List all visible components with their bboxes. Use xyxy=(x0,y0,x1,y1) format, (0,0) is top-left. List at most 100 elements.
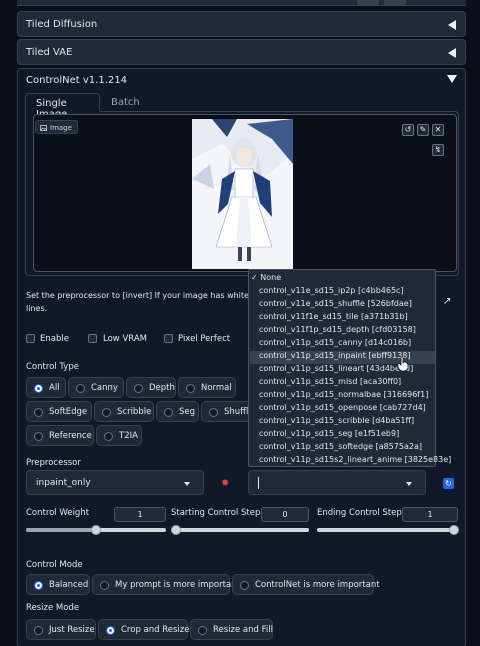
starting-step-thumb[interactable] xyxy=(171,525,181,535)
control-type-softedge[interactable]: SoftEdge xyxy=(26,401,92,422)
control-type-shuffle[interactable]: Shuffle xyxy=(201,401,254,422)
radio-icon xyxy=(34,581,43,590)
model-option-hovered[interactable]: control_v11p_sd15_inpaint [ebff9138] xyxy=(259,351,411,360)
tab-single-image[interactable]: Single Image xyxy=(25,93,100,120)
tab-batch[interactable]: Batch xyxy=(104,93,149,112)
transfer-icon: ↯ xyxy=(434,145,442,154)
radio-icon xyxy=(102,408,111,417)
radio-icon xyxy=(106,626,115,635)
expand-arrow-icon xyxy=(447,75,457,83)
hand-pointer-icon xyxy=(397,356,409,372)
swap-icon[interactable]: ↗ xyxy=(443,296,451,307)
undo-button[interactable]: ↺ xyxy=(402,124,414,136)
control-type-normal[interactable]: Normal xyxy=(178,377,236,398)
option-label: Depth xyxy=(149,383,175,393)
low-vram-checkbox[interactable] xyxy=(88,334,97,343)
top-button-1[interactable] xyxy=(357,0,379,6)
radio-icon xyxy=(34,432,43,441)
control-type-reference[interactable]: Reference xyxy=(26,425,94,446)
option-label: Canny xyxy=(91,383,118,393)
enable-label: Enable xyxy=(40,334,69,344)
model-option[interactable]: control_v11p_sd15s2_lineart_anime [3825e… xyxy=(259,455,451,464)
ending-step-slider[interactable] xyxy=(317,528,458,532)
ending-step-thumb[interactable] xyxy=(449,525,459,535)
preprocessor-value: inpaint_only xyxy=(36,478,91,488)
model-option[interactable]: control_v11e_sd15_ip2p [c4bb465c] xyxy=(259,286,404,295)
control-weight-input[interactable]: 1 xyxy=(114,507,166,522)
control-weight-thumb[interactable] xyxy=(91,525,101,535)
option-label: Crop and Resize xyxy=(121,625,190,635)
anime-character-illustration xyxy=(192,119,293,261)
control-type-all[interactable]: All xyxy=(26,377,66,398)
model-option[interactable]: control_v11p_sd15_seg [e1f51eb9] xyxy=(259,429,399,438)
explosion-icon[interactable]: ✸ xyxy=(221,478,229,489)
text-cursor xyxy=(258,477,259,489)
ending-step-input[interactable]: 1 xyxy=(402,507,458,522)
accordion-controlnet[interactable]: ControlNet v1.1.214 xyxy=(18,69,465,93)
edit-icon: ✎ xyxy=(419,125,427,134)
model-option[interactable]: control_v11p_sd15_lineart [43d4be0d] xyxy=(259,364,413,373)
resize-mode-just-resize[interactable]: Just Resize xyxy=(26,619,96,640)
control-type-depth[interactable]: Depth xyxy=(126,377,176,398)
accordion-title: ControlNet v1.1.214 xyxy=(26,75,127,86)
close-button[interactable]: ✕ xyxy=(432,124,444,136)
pixel-perfect-checkbox[interactable] xyxy=(164,334,173,343)
option-label: Balanced xyxy=(49,580,89,590)
model-option[interactable]: control_v11p_sd15_softedge [a8575a2a] xyxy=(259,442,422,451)
option-label: All xyxy=(49,383,60,393)
radio-icon xyxy=(34,384,43,393)
control-mode-prompt[interactable]: My prompt is more important xyxy=(92,574,240,595)
control-type-canny[interactable]: Canny xyxy=(68,377,124,398)
model-option[interactable]: control_v11p_sd15_mlsd [aca30ff0] xyxy=(259,377,401,386)
enable-checkbox[interactable] xyxy=(26,334,35,343)
accordion-title: Tiled VAE xyxy=(26,47,73,58)
control-type-seg[interactable]: Seg xyxy=(156,401,199,422)
accordion-title: Tiled Diffusion xyxy=(26,19,98,30)
model-option[interactable]: control_v11p_sd15_openpose [cab727d4] xyxy=(259,403,426,412)
option-label: Resize and Fill xyxy=(213,625,273,635)
collapse-arrow-icon xyxy=(448,20,456,30)
image-icon xyxy=(40,124,47,131)
ending-step-label: Ending Control Step xyxy=(317,508,402,518)
starting-step-slider[interactable] xyxy=(171,528,309,532)
control-mode-balanced[interactable]: Balanced xyxy=(26,574,90,595)
radio-icon xyxy=(100,581,109,590)
refresh-button[interactable]: ↻ xyxy=(443,478,454,489)
preprocessor-select[interactable]: inpaint_only xyxy=(26,470,204,495)
option-label: ControlNet is more important xyxy=(255,580,380,590)
model-option[interactable]: control_v11p_sd15_canny [d14c016b] xyxy=(259,338,411,347)
radio-icon xyxy=(134,384,143,393)
model-option[interactable]: control_v11p_sd15_normalbae [316696f1] xyxy=(259,390,428,399)
radio-icon xyxy=(209,408,218,417)
radio-icon xyxy=(34,408,43,417)
transfer-button[interactable]: ↯ xyxy=(432,144,444,156)
control-type-t2ia[interactable]: T2IA xyxy=(96,425,142,446)
control-weight-fill xyxy=(26,528,96,532)
model-select[interactable] xyxy=(248,470,426,495)
option-label: My prompt is more important xyxy=(115,580,240,590)
option-label: Just Resize xyxy=(49,625,95,635)
control-type-label: Control Type xyxy=(26,362,79,372)
close-icon: ✕ xyxy=(434,125,442,134)
chevron-down-icon xyxy=(406,482,412,486)
model-option[interactable]: control_v11p_sd15_scribble [d4ba51ff] xyxy=(259,416,414,425)
option-label: T2IA xyxy=(119,431,138,441)
accordion-tiled-vae[interactable]: Tiled VAE xyxy=(17,39,466,65)
radio-icon xyxy=(186,384,195,393)
model-option-none[interactable]: ✓ None xyxy=(251,273,281,282)
resize-mode-crop[interactable]: Crop and Resize xyxy=(98,619,190,640)
resize-mode-fill[interactable]: Resize and Fill xyxy=(190,619,273,640)
uploaded-image xyxy=(192,119,293,269)
model-option[interactable]: control_v11e_sd15_shuffle [526bfdae] xyxy=(259,299,412,308)
model-option[interactable]: control_v11f1p_sd15_depth [cfd03158] xyxy=(259,325,416,334)
radio-icon xyxy=(164,408,173,417)
model-option[interactable]: control_v11f1e_sd15_tile [a371b31b] xyxy=(259,312,408,321)
control-type-scribble[interactable]: Scribble xyxy=(94,401,154,422)
starting-step-input[interactable]: 0 xyxy=(261,507,309,522)
info-text-tail: lines. xyxy=(26,304,48,313)
accordion-tiled-diffusion[interactable]: Tiled Diffusion xyxy=(17,11,466,37)
top-button-2[interactable] xyxy=(384,0,406,6)
edit-button[interactable]: ✎ xyxy=(417,124,429,136)
control-mode-controlnet[interactable]: ControlNet is more important xyxy=(232,574,380,595)
preprocessor-label: Preprocessor xyxy=(26,458,81,468)
